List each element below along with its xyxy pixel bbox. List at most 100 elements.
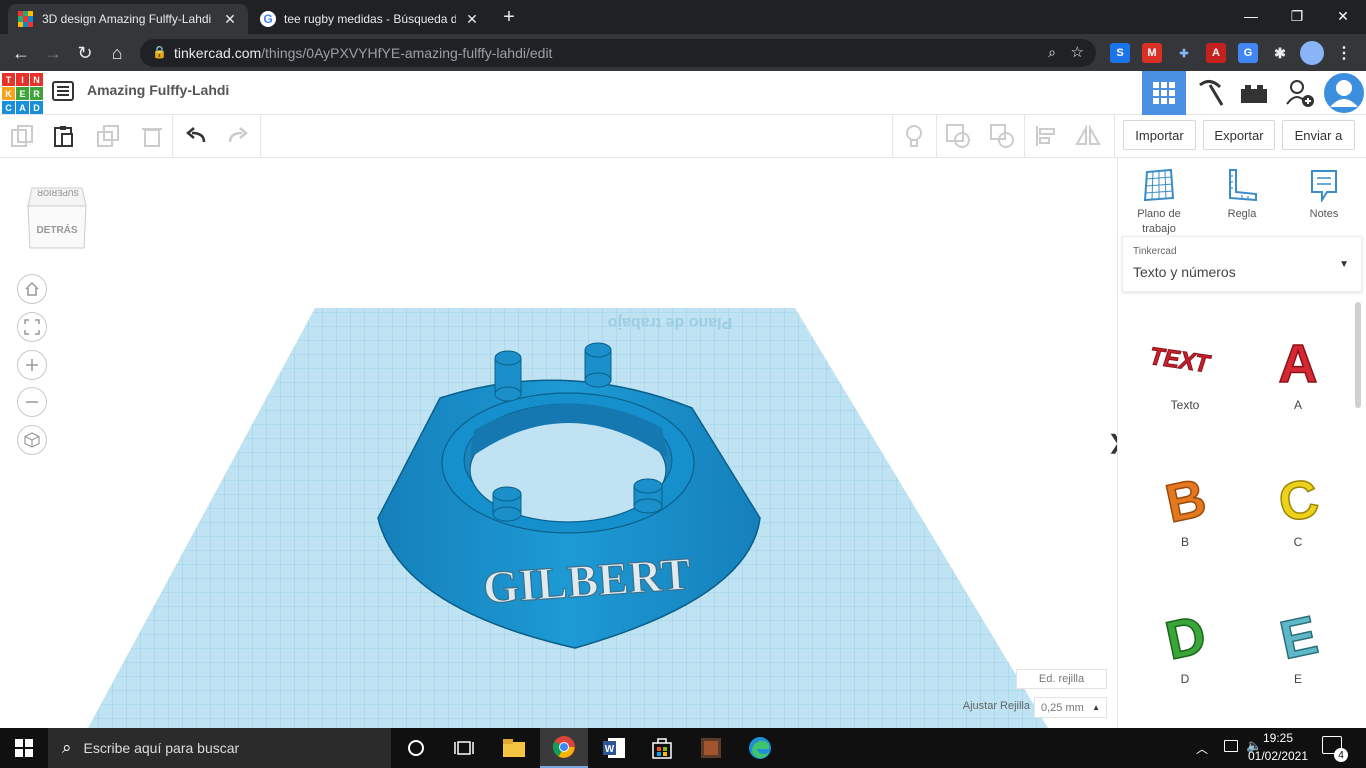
design-title[interactable]: Amazing Fulffy-Lahdi [87,82,229,98]
google-favicon-icon: G [260,11,276,27]
lightbulb-icon[interactable] [898,120,930,152]
shape-letter-b[interactable]: B B [1140,467,1230,587]
logo-letter: A [16,101,29,114]
shape-letter-a[interactable]: A A [1253,330,1343,450]
reload-icon[interactable]: ↻ [72,40,98,66]
pickaxe-icon[interactable] [1188,71,1232,115]
back-icon[interactable]: ← [8,40,34,66]
shape-label: A [1293,398,1302,412]
import-button[interactable]: Importar [1123,120,1196,150]
shape-letter-c[interactable]: C C [1253,467,1343,587]
cortana-icon[interactable] [392,728,440,768]
tinkercad-logo[interactable]: T I N K E R C A D [2,73,43,114]
user-avatar-icon[interactable] [1322,71,1366,115]
lock-icon: 🔒 [152,45,167,59]
view-cube[interactable]: SUPERIOR DETRÁS [26,178,88,252]
pdf-icon[interactable]: A [1206,43,1226,63]
home-view-icon[interactable] [17,274,47,304]
svg-text:D: D [1161,605,1212,664]
close-window-icon[interactable]: ✕ [1320,0,1366,32]
network-icon[interactable] [1224,740,1238,752]
shape-text[interactable]: TEXT Texto [1140,330,1230,450]
translate-icon[interactable]: G [1238,43,1258,63]
tool-notes[interactable]: Notes [1298,168,1350,222]
logo-letter: C [2,101,15,114]
design-list-icon[interactable] [52,81,74,101]
snap-grid-label: Ajustar Rejilla [962,700,1030,712]
ruler-icon [1229,169,1257,202]
url-bar[interactable]: 🔒 tinkercad.com/things/0AyPXVYHfYE-amazi… [140,39,1096,67]
tool-workplane[interactable]: Plano de trabajo [1130,168,1188,237]
sidebar-scrollbar[interactable] [1355,302,1361,408]
profile-avatar-icon[interactable] [1300,41,1324,65]
clock-date[interactable]: 01/02/2021 [1244,749,1312,763]
browser-menu-icon[interactable]: ⋮ [1334,43,1354,63]
ungroup-icon[interactable] [986,120,1018,152]
send-to-button[interactable]: Enviar a [1282,120,1355,150]
minimize-icon[interactable]: — [1228,0,1274,32]
shape-library-select[interactable]: Tinkercad Texto y números ▼ [1122,236,1362,292]
store-icon[interactable] [638,728,686,768]
bricks-icon[interactable] [1232,71,1276,115]
zoom-out-icon[interactable] [17,387,47,417]
tab-title: 3D design Amazing Fulffy-Lahdi | [42,12,214,26]
group-icon[interactable] [942,120,974,152]
dropdown-caret-icon: ▼ [1339,259,1349,270]
forward-icon[interactable]: → [40,40,66,66]
close-tab-icon[interactable]: ✕ [222,11,238,28]
task-view-icon[interactable] [440,728,488,768]
divider [892,115,893,158]
word-icon[interactable]: W [590,728,638,768]
file-explorer-icon[interactable] [490,728,538,768]
taskbar-search-placeholder: Escribe aquí para buscar [83,740,240,756]
duplicate-icon[interactable] [92,120,124,152]
tab-title: tee rugby medidas - Búsqueda de [284,12,456,26]
copy-icon[interactable] [6,120,38,152]
3d-workspace[interactable]: Plano de trabajo GILBERT [0,158,1117,728]
tool-label: Regla [1227,208,1257,220]
3d-view-grid-icon[interactable] [1142,71,1186,115]
redo-icon[interactable] [222,120,254,152]
workplane-scene[interactable]: Plano de trabajo GILBERT [0,158,1117,728]
align-icon[interactable] [1030,120,1062,152]
delete-icon[interactable] [136,120,168,152]
tab-tinkercad[interactable]: 3D design Amazing Fulffy-Lahdi | ✕ [8,4,248,34]
paste-icon[interactable] [48,120,80,152]
extensions-icon[interactable]: ✱ [1270,43,1290,63]
restore-icon[interactable]: ❐ [1274,0,1320,32]
taskbar-search-box[interactable]: ⌕ Escribe aquí para buscar [48,728,391,768]
logo-letter: R [30,87,43,100]
fit-view-icon[interactable] [17,312,47,342]
photo-app-icon[interactable] [687,728,735,768]
zoom-in-icon[interactable] [17,350,47,380]
home-icon[interactable]: ⌂ [104,40,130,66]
close-tab-icon[interactable]: ✕ [464,11,480,28]
tab-google-search[interactable]: G tee rugby medidas - Búsqueda de ✕ [250,4,490,34]
new-tab-button[interactable]: + [498,6,520,28]
edge-icon[interactable] [736,728,784,768]
tray-chevron-up-icon[interactable]: ︿ [1196,740,1208,757]
shape-label: B [1180,535,1189,549]
windows-start-icon[interactable] [0,728,48,768]
bookmark-star-icon[interactable]: ☆ [1071,43,1084,61]
mirror-icon[interactable] [1072,120,1104,152]
shape-letter-d[interactable]: D D [1140,604,1230,724]
zoom-icon[interactable]: ⌕ [1048,44,1056,61]
undo-icon[interactable] [180,120,212,152]
workplane-watermark: Plano de trabajo [608,314,733,331]
edit-grid-button[interactable]: Ed. rejilla [1016,669,1107,689]
snap-grid-select[interactable]: 0,25 mm ▲ [1034,697,1107,718]
gmail-icon[interactable]: M [1142,43,1162,63]
tool-ruler[interactable]: Regla [1214,168,1270,222]
chrome-taskbar-icon[interactable] [540,728,588,768]
extension-s-icon[interactable]: S [1110,43,1130,63]
search-icon: ⌕ [62,738,72,757]
export-button[interactable]: Exportar [1203,120,1275,150]
perspective-cube-icon[interactable] [17,425,47,455]
add-user-icon[interactable] [1278,71,1322,115]
extension-puzzle-blue-icon[interactable]: ✚ [1174,43,1194,63]
svg-text:A: A [1279,334,1318,390]
clock-time[interactable]: 19:25 [1248,731,1308,745]
shape-letter-e[interactable]: E E [1253,604,1343,724]
shape-label: D [1180,672,1190,686]
